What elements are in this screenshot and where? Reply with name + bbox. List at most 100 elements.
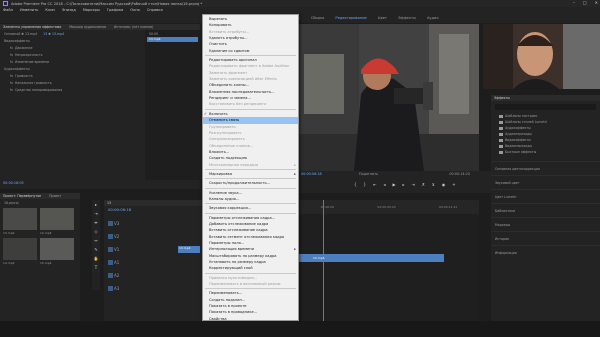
add-button-icon[interactable]: + — [452, 182, 455, 187]
menu-window[interactable]: Окно — [130, 8, 140, 12]
fit-dropdown[interactable]: Подогнать — [359, 172, 378, 176]
workspace-tab[interactable]: Редактирование — [335, 16, 366, 20]
track-toggle[interactable] — [108, 272, 113, 278]
context-menu-item[interactable]: Удаление со сдвигом — [203, 48, 298, 54]
panel-section-basic-correction[interactable]: Основная цветокоррекция — [491, 161, 600, 175]
program-monitor-video[interactable] — [299, 24, 479, 171]
timeline-tracks-area[interactable]: 00:00:00 00:00:05:22 00:00:11:21 13.mp4 — [299, 200, 479, 321]
hand-tool-icon[interactable]: ✋ — [92, 254, 100, 263]
ripple-edit-tool-icon[interactable]: ⇹ — [92, 218, 100, 227]
context-menu-item[interactable]: Маркировка ▸ — [203, 171, 298, 177]
effect-row-volume[interactable]: fx Громкость — [0, 72, 145, 79]
tab-project-2[interactable]: Проект — [49, 194, 61, 198]
menu-help[interactable]: Справка — [147, 8, 163, 12]
effects-folder[interactable]: Быстрые эффекты — [491, 149, 600, 155]
workspace-tab[interactable]: Аудио — [427, 16, 439, 20]
maximize-icon[interactable]: □ — [583, 0, 587, 5]
project-clip-thumb[interactable]: 12.mp4 — [40, 208, 74, 235]
menu-sequence[interactable]: Эпизод — [62, 8, 76, 12]
context-menu-item[interactable]: Корректирующий слой — [203, 265, 298, 271]
track-toggle[interactable] — [108, 285, 113, 291]
project-file-name: 16.prproj — [4, 200, 19, 205]
panel-section-history[interactable]: История — [491, 231, 600, 245]
tab-effect-controls[interactable]: Элементы управления эффектами — [3, 25, 61, 29]
panel-section-lumetri-color[interactable]: Цвет Lumetri — [491, 189, 600, 203]
workspace-tab[interactable]: Эффекты — [398, 16, 416, 20]
clip-label[interactable]: 13 ✱ 13.mp4 — [43, 32, 64, 36]
context-menu-item-label: Синхронизировать — [209, 137, 245, 142]
effect-row-opacity[interactable]: fx Непрозрачность — [0, 51, 145, 58]
panel-section-markers[interactable]: Маркеры — [491, 217, 600, 231]
effect-controls-mini-timeline[interactable]: 00:00 13.mp4 — [145, 30, 200, 180]
project-clip-thumb[interactable]: 13.mp4 — [3, 208, 37, 235]
export-frame-icon[interactable]: ◉ — [442, 182, 446, 187]
go-to-out-icon[interactable]: ⇥ — [412, 182, 415, 187]
tab-source[interactable]: Источник: (нет клипов) — [114, 25, 153, 29]
program-timecode[interactable]: 00:00:06:18 — [301, 172, 322, 176]
effect-row-channel-volume[interactable]: fx Канальная громкость — [0, 79, 145, 86]
track-v1[interactable]: V1 13.mp4 — [108, 243, 200, 255]
track-toggle[interactable] — [108, 220, 113, 226]
track-v3[interactable]: V3 — [108, 217, 200, 229]
timeline-clip-v1-ext[interactable]: 13.mp4 — [299, 254, 444, 262]
effects-panel-title[interactable]: Эффекты — [494, 96, 510, 100]
project-clip-name: 12.mp4 — [40, 231, 52, 235]
menu-file[interactable]: Файл — [3, 8, 13, 12]
effect-controls-panel: Элементы управления эффектами Микшер ауд… — [0, 24, 200, 189]
menu-clip[interactable]: Клип — [45, 8, 55, 12]
mark-in-icon[interactable]: { — [354, 182, 357, 187]
effect-row-panner[interactable]: fx Средство панорамирования — [0, 86, 145, 93]
panel-section-libraries[interactable]: Библиотеки — [491, 203, 600, 217]
go-to-in-icon[interactable]: ⇤ — [373, 182, 376, 187]
tab-audio-mixer[interactable]: Микшер аудиоклипов — [69, 25, 106, 29]
menu-graphics[interactable]: Графика — [107, 8, 123, 12]
track-a3[interactable]: A3 — [108, 282, 200, 294]
mini-timeline-clip[interactable]: 13.mp4 — [147, 37, 198, 42]
context-menu-item-label: Разгруппировать — [209, 130, 242, 135]
context-menu-item[interactable]: Звуковая коррекция... — [203, 205, 298, 211]
selection-tool-icon[interactable]: ▸ — [92, 200, 100, 209]
context-menu-item[interactable]: Скорость/продолжительность... — [203, 180, 298, 186]
lift-icon[interactable]: ⊼ — [422, 182, 425, 187]
effect-controls-timecode[interactable]: 00:00:18:05 — [3, 181, 24, 185]
project-clip-thumb[interactable]: 14.mp4 — [3, 238, 37, 265]
minimize-icon[interactable]: – — [573, 0, 575, 5]
track-a1[interactable]: A1 — [108, 256, 200, 268]
step-back-icon[interactable]: ◂ — [383, 182, 385, 187]
menu-edit[interactable]: Изменить — [20, 8, 38, 12]
track-toggle[interactable] — [108, 259, 113, 265]
pen-tool-icon[interactable]: ✎ — [92, 245, 100, 254]
project-clip-thumb[interactable]: 15.mp4 — [40, 238, 74, 265]
extract-icon[interactable]: ⊻ — [432, 182, 435, 187]
source-label[interactable]: Основной ✱ 13.mp4 — [4, 32, 37, 36]
type-tool-icon[interactable]: T — [92, 263, 100, 272]
timeline-timecode[interactable]: 00:00:06:18 — [104, 206, 202, 213]
track-v2[interactable]: V2 — [108, 230, 200, 242]
track-a2[interactable]: A2 — [108, 269, 200, 281]
context-menu-item[interactable]: Каналы аудио... — [203, 196, 298, 202]
timeline-tab[interactable]: 13 — [107, 201, 111, 205]
panel-section-info[interactable]: Информация — [491, 245, 600, 259]
track-toggle[interactable] — [108, 233, 113, 239]
menu-markers[interactable]: Маркеры — [83, 8, 100, 12]
mark-out-icon[interactable]: } — [364, 182, 367, 187]
workspace-tab[interactable]: Цвет — [378, 16, 387, 20]
effects-search-input[interactable] — [495, 104, 596, 110]
timeline-clip-v1[interactable]: 13.mp4 — [178, 245, 200, 253]
workspace-tab[interactable]: Сборка — [311, 16, 325, 20]
effect-row-motion[interactable]: fx Движение — [0, 44, 145, 51]
step-forward-icon[interactable]: ▸ — [403, 182, 405, 187]
play-icon[interactable]: ▶ — [392, 182, 395, 187]
track-select-tool-icon[interactable]: ⇥ — [92, 209, 100, 218]
track-toggle[interactable] — [108, 246, 113, 252]
effect-row-time-remap[interactable]: fx Изменение времени — [0, 58, 145, 65]
clip-context-menu: Вырезать Копировать Вставить атрибуты... Уд… — [202, 14, 299, 330]
submenu-arrow-icon: ▸ — [294, 162, 296, 167]
fx-icon: fx — [10, 87, 14, 92]
slip-tool-icon[interactable]: ↔ — [92, 236, 100, 245]
razor-tool-icon[interactable]: ◇ — [92, 227, 100, 236]
section-audio-effects: Аудиоэффекты — [4, 66, 30, 71]
panel-section-essential-sound[interactable]: Звуковой цвет — [491, 175, 600, 189]
tab-project[interactable]: Проект: Перевёрнутое — [3, 194, 41, 198]
close-icon[interactable]: ✕ — [595, 0, 598, 5]
